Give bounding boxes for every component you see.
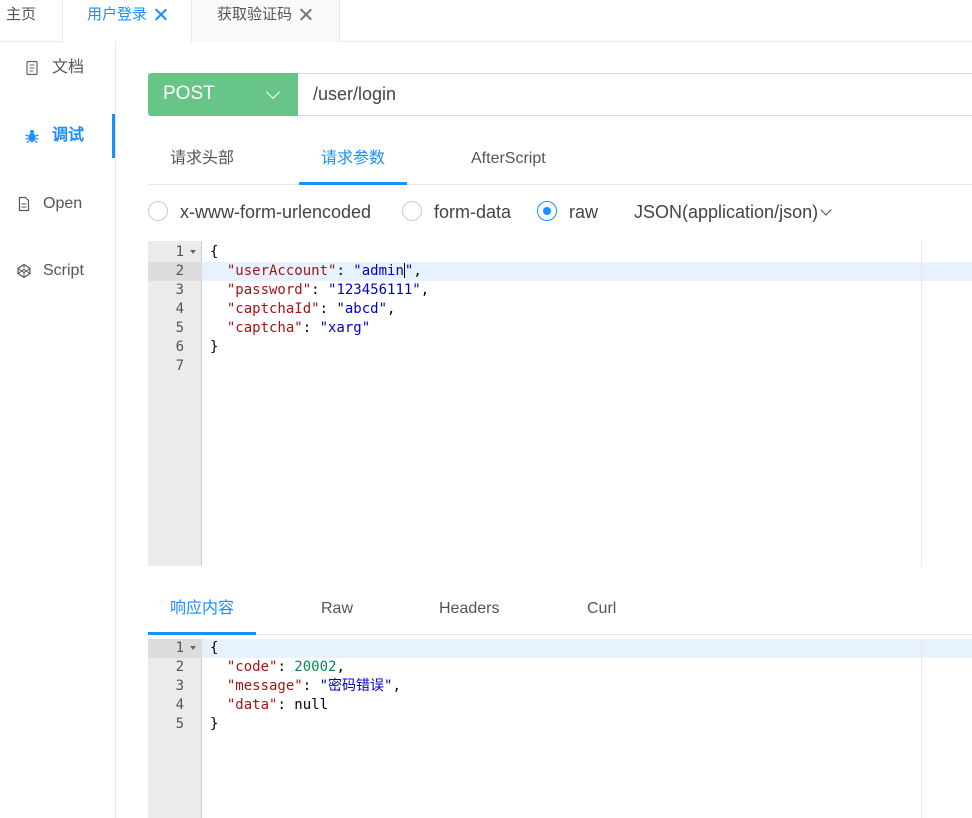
line-number: 3 [175, 678, 184, 694]
fold-arrow-icon[interactable] [190, 250, 196, 254]
sidebar: 文档 调试 Open Script [0, 42, 116, 818]
request-tabs: 请求头部 请求参数 AfterScript [148, 138, 972, 185]
radio-circle[interactable] [537, 201, 557, 221]
sidebar-item-label: Open [43, 195, 83, 212]
sidebar-item-label: 调试 [52, 127, 85, 144]
active-tab-indicator [299, 182, 407, 185]
line-number: 5 [175, 716, 184, 732]
active-line-highlight [202, 639, 972, 658]
tab-response-headers[interactable]: Headers [439, 590, 499, 628]
chevron-down-icon [265, 84, 281, 100]
code-line: { [210, 640, 219, 656]
sidebar-item-debug[interactable]: 调试 [0, 114, 115, 158]
code-line: } [210, 716, 219, 732]
document-icon [26, 60, 38, 76]
tab-home[interactable]: 主页 [0, 0, 62, 42]
tab-get-captcha-label: 获取验证码 [217, 6, 293, 23]
sidebar-item-docs[interactable]: 文档 [0, 48, 115, 88]
radio-circle[interactable] [402, 201, 422, 221]
chevron-down-icon [820, 204, 832, 216]
tab-request-headers[interactable]: 请求头部 [170, 138, 234, 180]
bug-icon [25, 130, 39, 143]
radio-circle[interactable] [148, 201, 168, 221]
code-line: "password": "123456111", [226, 282, 430, 298]
codepen-icon [17, 263, 31, 279]
code-line: "captcha": "xarg" [226, 320, 371, 336]
line-number: 4 [175, 301, 184, 317]
sidebar-item-script[interactable]: Script [0, 251, 115, 291]
tab-home-label: 主页 [6, 6, 37, 23]
sidebar-item-label: Script [43, 262, 84, 279]
print-margin [921, 639, 922, 818]
line-number: 7 [175, 358, 184, 374]
close-icon[interactable] [300, 8, 312, 20]
radio-label: x-www-form-urlencoded [180, 202, 372, 222]
line-number: 3 [175, 282, 184, 298]
code-line: { [210, 244, 219, 260]
tab-get-captcha[interactable]: 获取验证码 [192, 0, 340, 42]
active-tab-indicator [148, 632, 256, 635]
line-number: 2 [175, 659, 184, 675]
line-number: 1 [148, 243, 202, 262]
content-type-value: JSON(application/json) [634, 202, 819, 222]
method-select[interactable]: POST [148, 73, 298, 116]
code-line: "message": "密码错误", [226, 678, 401, 694]
request-body-editor[interactable]: 1 2 3 4 5 6 7 { "userAccount": "admin", … [148, 241, 972, 566]
code-line: } [210, 339, 219, 355]
response-tabs: 响应内容 Raw Headers Curl [148, 590, 972, 635]
tab-afterscript[interactable]: AfterScript [471, 138, 546, 180]
response-body-viewer[interactable]: 1 2 3 4 5 { "code": 20002, "message": "密… [148, 639, 972, 818]
url-input[interactable]: /user/login [313, 74, 396, 115]
code-line: "data": null [226, 697, 329, 713]
print-margin [921, 241, 922, 566]
line-number: 5 [175, 320, 184, 336]
tab-request-params[interactable]: 请求参数 [321, 138, 385, 180]
content-type-select[interactable]: JSON(application/json) [634, 197, 832, 227]
file-icon [18, 196, 30, 212]
code-line: "code": 20002, [226, 659, 345, 675]
code-line: "captchaId": "abcd", [226, 301, 396, 317]
url-bar: POST /user/login [148, 73, 972, 116]
close-icon[interactable] [155, 8, 167, 20]
editor-gutter: 1 2 3 4 5 6 7 [148, 241, 202, 566]
method-value: POST [163, 83, 215, 104]
line-number: 2 [148, 262, 202, 281]
tab-response-curl[interactable]: Curl [587, 590, 616, 628]
line-number: 4 [175, 697, 184, 713]
tab-user-login-label: 用户登录 [87, 6, 148, 23]
fold-arrow-icon[interactable] [190, 646, 196, 650]
line-number: 1 [148, 639, 202, 658]
tab-response-raw[interactable]: Raw [321, 590, 353, 628]
top-tab-bar: 主页 用户登录 获取验证码 [0, 0, 972, 43]
radio-label: form-data [434, 202, 512, 222]
line-number: 6 [175, 339, 184, 355]
radio-label: raw [569, 202, 599, 222]
tab-response-content[interactable]: 响应内容 [170, 590, 234, 628]
editor-gutter: 1 2 3 4 5 [148, 639, 202, 818]
tab-user-login[interactable]: 用户登录 [62, 0, 192, 43]
sidebar-item-label: 文档 [52, 59, 85, 76]
code-line: "userAccount": "admin", [226, 263, 422, 279]
sidebar-item-open[interactable]: Open [0, 184, 115, 224]
